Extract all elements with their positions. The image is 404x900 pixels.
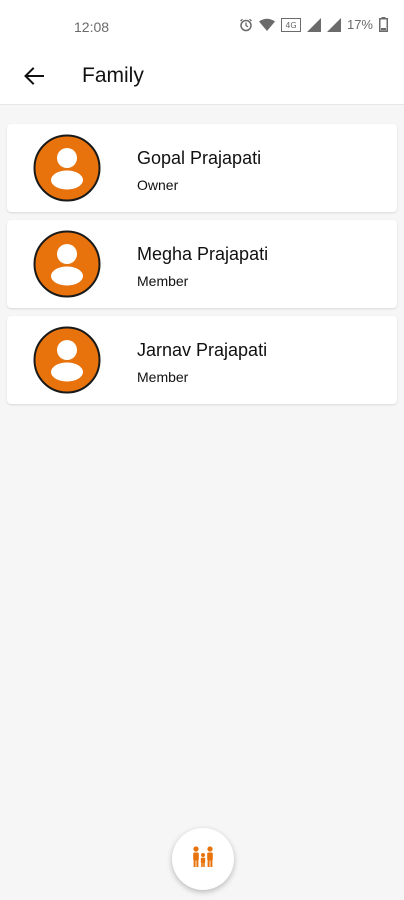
wifi-icon [258, 18, 275, 31]
member-name: Megha Prajapati [137, 244, 269, 264]
member-name: Gopal Prajapati [137, 148, 262, 168]
page-title: Family [82, 64, 144, 87]
app-bar: Family [0, 52, 404, 105]
list-item[interactable]: Gopal Prajapati Owner [7, 124, 397, 212]
battery-icon [379, 17, 388, 32]
signal-icon [306, 17, 321, 32]
alarm-icon [239, 18, 253, 32]
family-icon [190, 845, 216, 873]
status-bar: 12:08 4G 17% [0, 0, 404, 52]
member-role: Owner [137, 177, 179, 193]
member-role: Member [137, 369, 189, 385]
status-icons: 4G 17% [239, 17, 388, 32]
avatar [33, 230, 101, 298]
back-button[interactable] [18, 62, 50, 94]
list-item[interactable]: Megha Prajapati Member [7, 220, 397, 308]
arrow-left-icon [24, 66, 44, 90]
status-time: 12:08 [74, 19, 110, 35]
avatar [33, 326, 101, 394]
list-item[interactable]: Jarnav Prajapati Member [7, 316, 397, 404]
battery-percent: 17% [346, 17, 373, 32]
member-name: Jarnav Prajapati [137, 340, 268, 360]
svg-text:4G: 4G [285, 21, 296, 30]
avatar [33, 134, 101, 202]
volte-icon: 4G [280, 17, 301, 32]
add-family-button[interactable] [172, 828, 234, 890]
member-role: Member [137, 273, 189, 289]
signal-icon [326, 17, 341, 32]
member-list: Gopal Prajapati Owner Megha Prajapati Me… [7, 124, 397, 412]
